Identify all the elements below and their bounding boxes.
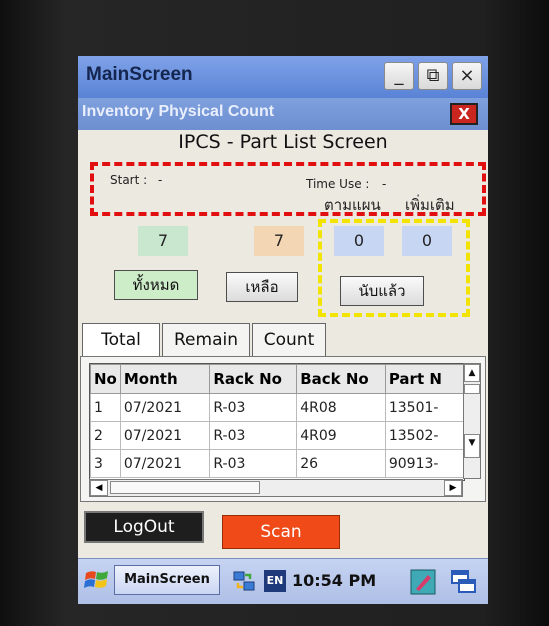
total-count: 7 xyxy=(138,226,188,256)
scan-button[interactable]: Scan xyxy=(222,515,340,549)
cell-no: 2 xyxy=(90,421,121,450)
counted-button[interactable]: นับแล้ว xyxy=(340,276,424,306)
cell-part-no: 13502- xyxy=(384,421,464,450)
col-header-no[interactable]: No xyxy=(90,364,121,394)
tab-remain[interactable]: Remain xyxy=(162,323,250,357)
cell-part-no: 13501- xyxy=(384,393,464,422)
switch-windows-icon[interactable] xyxy=(450,569,478,595)
cell-back-no: 26 xyxy=(296,449,386,478)
cell-month: 07/2021 xyxy=(119,449,211,478)
horizontal-scroll-thumb[interactable] xyxy=(110,481,260,494)
cell-back-no: 4R08 xyxy=(296,393,386,422)
all-button[interactable]: ทั้งหมด xyxy=(114,270,198,300)
plan-label: ตามแผน xyxy=(324,196,381,214)
tab-total[interactable]: Total xyxy=(82,323,160,358)
logout-button[interactable]: LogOut xyxy=(84,511,204,543)
minimize-button[interactable]: _ xyxy=(384,62,414,90)
window-titlebar: MainScreen _ ⧉ × xyxy=(78,56,488,98)
scroll-up-icon[interactable]: ▲ xyxy=(464,364,480,382)
windows-flag-icon[interactable] xyxy=(84,567,110,593)
restore-icon: ⧉ xyxy=(426,65,440,86)
network-sync-icon[interactable] xyxy=(232,569,258,593)
restore-button[interactable]: ⧉ xyxy=(418,62,448,90)
table-row[interactable]: 1 07/2021 R-03 4R08 13501- xyxy=(90,393,464,422)
table-header-row: No Month Rack No Back No Part N xyxy=(90,364,464,394)
tab-count[interactable]: Count xyxy=(252,323,326,357)
form-titlebar: Inventory Physical Count X xyxy=(78,98,488,130)
cell-part-no: 90913- xyxy=(384,449,464,478)
remain-count: 7 xyxy=(254,226,304,256)
scroll-right-icon[interactable]: ▶ xyxy=(444,480,462,496)
taskbar-clock[interactable]: 10:54 PM xyxy=(292,571,376,590)
form-title: Inventory Physical Count xyxy=(82,103,275,120)
close-icon: × xyxy=(459,65,475,86)
form-close-button[interactable]: X xyxy=(450,103,478,125)
cell-rack-no: R-03 xyxy=(209,421,298,450)
cell-month: 07/2021 xyxy=(119,393,211,422)
scroll-thumb[interactable] xyxy=(464,384,480,394)
taskbar-app-mainscreen[interactable]: MainScreen xyxy=(114,565,220,595)
remain-button[interactable]: เหลือ xyxy=(226,272,298,302)
timeuse-label: Time Use : xyxy=(306,177,370,191)
col-header-month[interactable]: Month xyxy=(119,364,211,394)
start-value: - xyxy=(158,173,163,187)
col-header-back-no[interactable]: Back No xyxy=(296,364,386,394)
window-title: MainScreen xyxy=(86,64,193,85)
table-row[interactable]: 3 07/2021 R-03 26 90913- xyxy=(90,449,464,478)
close-x-icon: X xyxy=(458,105,470,123)
vertical-scrollbar[interactable]: ▲ ▼ xyxy=(463,363,481,479)
horizontal-scrollbar[interactable]: ◀ ▶ xyxy=(89,479,463,497)
taskbar: MainScreen EN 10:54 PM xyxy=(78,558,488,604)
cell-rack-no: R-03 xyxy=(209,449,298,478)
input-panel-icon[interactable] xyxy=(410,569,436,595)
cell-rack-no: R-03 xyxy=(209,393,298,422)
part-list-grid: No Month Rack No Back No Part N 1 07/202… xyxy=(89,363,465,481)
device-screen: MainScreen _ ⧉ × Inventory Physical Coun… xyxy=(78,56,488,604)
cell-back-no: 4R09 xyxy=(296,421,386,450)
scroll-left-icon[interactable]: ◀ xyxy=(90,480,108,496)
col-header-rack-no[interactable]: Rack No xyxy=(209,364,298,394)
col-header-part-no[interactable]: Part N xyxy=(384,364,464,394)
minimize-icon: _ xyxy=(394,65,404,86)
cell-month: 07/2021 xyxy=(119,421,211,450)
scroll-down-icon[interactable]: ▼ xyxy=(464,434,480,458)
part-table: No Month Rack No Back No Part N 1 07/202… xyxy=(90,364,464,478)
input-language-indicator[interactable]: EN xyxy=(264,570,286,592)
table-row[interactable]: 2 07/2021 R-03 4R09 13502- xyxy=(90,421,464,450)
page-title: IPCS - Part List Screen xyxy=(178,131,388,153)
timeuse-value: - xyxy=(382,177,387,191)
cell-no: 3 xyxy=(90,449,121,478)
tab-panel: No Month Rack No Back No Part N 1 07/202… xyxy=(80,356,486,502)
window-close-button[interactable]: × xyxy=(452,62,482,90)
cell-no: 1 xyxy=(90,393,121,422)
extra-label: เพิ่มเติม xyxy=(405,196,455,214)
start-label: Start : xyxy=(110,173,148,187)
